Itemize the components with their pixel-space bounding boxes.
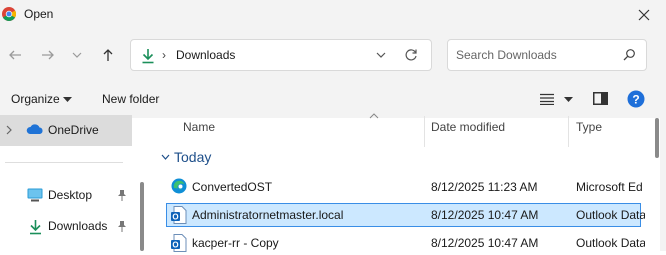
file-name: ConvertedOST (192, 180, 273, 194)
caret-down-icon (564, 97, 573, 102)
close-icon (638, 9, 650, 21)
window-edge (660, 90, 666, 251)
download-arrow-icon (29, 219, 42, 235)
pin-icon (117, 190, 127, 201)
svg-text:?: ? (632, 93, 639, 107)
nav-scrollbar-thumb[interactable] (140, 182, 144, 251)
chrome-icon (2, 7, 16, 21)
nav-item-downloads[interactable]: Downloads (48, 219, 107, 233)
title-bar (0, 0, 666, 30)
new-folder-button[interactable]: New folder (102, 92, 159, 106)
chevron-down-icon (376, 52, 386, 58)
svg-text:O: O (172, 213, 178, 222)
breadcrumb-downloads[interactable]: Downloads (176, 48, 235, 62)
search-box[interactable]: Search Downloads (447, 39, 647, 71)
column-header-type[interactable]: Type (576, 120, 602, 134)
desktop-icon (27, 188, 43, 202)
forward-button[interactable] (37, 44, 59, 66)
help-icon: ? (627, 90, 645, 108)
nav-divider (5, 162, 123, 163)
column-divider[interactable] (568, 116, 569, 147)
back-arrow-icon (9, 50, 21, 60)
chevron-down-icon (72, 52, 82, 58)
file-type: Outlook Data (576, 208, 645, 222)
edge-icon (171, 178, 187, 194)
help-button[interactable]: ? (627, 90, 645, 108)
view-options-dropdown[interactable] (564, 97, 573, 103)
sort-caret-icon (369, 113, 379, 119)
window-title: Open (24, 7, 54, 21)
group-header-today[interactable]: Today (174, 149, 211, 165)
preview-pane-icon (593, 92, 608, 105)
breadcrumb-separator[interactable]: › (162, 48, 166, 62)
file-name: kacper-rr - Copy (192, 236, 279, 250)
refresh-icon (405, 49, 417, 61)
address-history-dropdown[interactable] (375, 49, 387, 61)
group-collapse-icon[interactable] (161, 154, 170, 160)
nav-item-desktop[interactable]: Desktop (48, 188, 92, 202)
cloud-icon (26, 123, 44, 135)
outlook-data-file-icon: O (171, 234, 187, 252)
caret-down-icon (63, 97, 72, 103)
file-type: Outlook Data (576, 236, 645, 250)
outlook-data-file-icon: O (171, 206, 187, 224)
chevron-right-icon[interactable] (5, 125, 13, 135)
back-button[interactable] (4, 44, 26, 66)
file-date: 8/12/2025 11:23 AM (431, 180, 538, 194)
recent-locations-button[interactable] (66, 44, 88, 66)
up-arrow-icon (103, 49, 113, 61)
search-icon (622, 48, 636, 62)
change-view-button[interactable] (540, 93, 554, 105)
close-button[interactable] (633, 4, 655, 26)
download-arrow-icon (141, 48, 155, 64)
column-header-name[interactable]: Name (183, 120, 215, 134)
file-list-scrollbar-thumb[interactable] (655, 118, 659, 158)
nav-item-label: OneDrive (48, 123, 99, 137)
forward-arrow-icon (42, 50, 54, 60)
search-input[interactable]: Search Downloads (456, 48, 557, 62)
list-view-icon (540, 93, 554, 105)
svg-text:O: O (172, 241, 178, 250)
up-button[interactable] (97, 44, 119, 66)
refresh-button[interactable] (404, 48, 418, 62)
preview-pane-button[interactable] (593, 92, 608, 105)
file-date: 8/12/2025 10:47 AM (431, 236, 539, 250)
file-type: Microsoft Ed (576, 180, 643, 194)
address-bar[interactable]: › Downloads (130, 39, 432, 71)
column-header-date-modified[interactable]: Date modified (431, 120, 505, 134)
organize-button[interactable]: Organize (11, 92, 60, 106)
pin-icon (117, 221, 127, 232)
file-name: Administratornetmaster.local (192, 208, 344, 222)
file-date: 8/12/2025 10:47 AM (431, 208, 539, 222)
column-divider[interactable] (424, 116, 425, 147)
